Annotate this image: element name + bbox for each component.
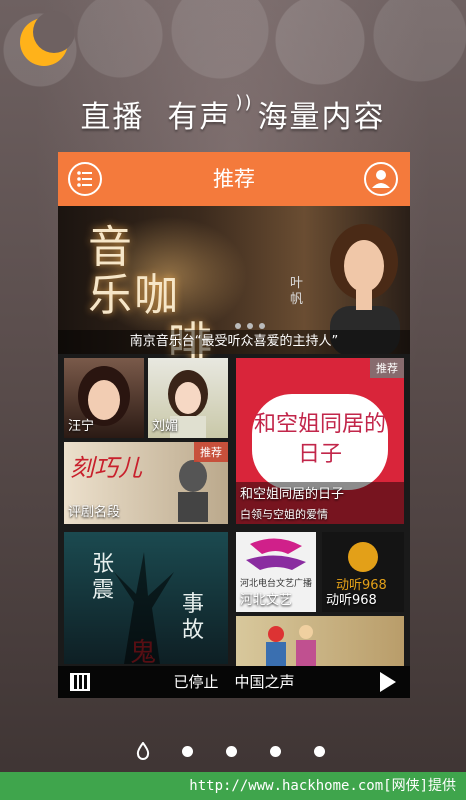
app-title: 推荐 <box>213 167 255 191</box>
tile-label-hebei: 河北文艺 <box>240 593 293 608</box>
signal-wave-icon: )) <box>235 92 254 113</box>
tile-ghost-story[interactable]: 张震 事故 鬼 <box>64 532 228 664</box>
tile-hebei[interactable]: 河北电台文艺广播 河北文艺 <box>236 532 316 612</box>
current-page-drop-icon <box>136 742 150 760</box>
tile-subtitle-kongjie: 白领与空姐的爱情 <box>240 508 328 521</box>
promo-headline: 直播 有声)) 海量内容 <box>0 92 466 136</box>
tile-label-wangning: 汪宁 <box>68 419 95 434</box>
player-text: 已停止 中国之声 <box>58 666 410 698</box>
pager-dot-4[interactable] <box>270 746 281 757</box>
tile-label-liumei: 刘媚 <box>152 419 179 434</box>
menu-list-icon[interactable] <box>68 162 102 196</box>
footer-watermark-bar: http://www.hackhome.com[网侠]提供 <box>0 772 466 800</box>
app-topbar: 推荐 <box>58 152 410 206</box>
tile-title-kongjie: 和空姐同居的日子 <box>240 487 345 502</box>
tile-dongting968[interactable]: 动听968 动听968 <box>322 532 404 612</box>
tile-liumei[interactable]: 刘媚 <box>148 358 228 438</box>
headline-part1: 直播 <box>80 100 145 135</box>
banner-caption: 南京音乐台“最受听众喜爱的主持人” <box>58 330 410 354</box>
dongting-logo-icon <box>348 542 378 572</box>
banner-art-2: 乐咖 <box>88 270 180 321</box>
pager-dot-3[interactable] <box>226 746 237 757</box>
tile-label-pingju: 评剧名段 <box>68 505 121 520</box>
player-status: 已停止 <box>173 673 219 691</box>
user-profile-icon[interactable] <box>364 162 398 196</box>
pager-dot-5[interactable] <box>314 746 325 757</box>
banner-signature: 叶帆 <box>290 276 304 307</box>
recommend-tag-pingju: 推荐 <box>194 442 228 462</box>
tile-pingju[interactable]: 刻巧儿 推荐 评剧名段 <box>64 442 228 524</box>
opera-figures <box>266 625 316 666</box>
player-station: 中国之声 <box>234 673 295 691</box>
player-bar: 已停止 中国之声 <box>58 666 410 698</box>
featured-banner[interactable]: 音 乐咖 啡 叶帆 南京音乐台“最受听众喜爱的主持人” <box>58 206 410 368</box>
app-screen: 推荐 音 乐咖 啡 叶帆 南京音乐台“最受听众喜爱的主持人” 汪宁 刘媚 推荐 … <box>58 152 410 698</box>
tile-label-dongting: 动听968 <box>326 593 377 608</box>
intro-pager <box>130 742 340 762</box>
tile-wangning[interactable]: 汪宁 <box>64 358 144 438</box>
moon-logo-icon <box>20 11 74 66</box>
headline-part2: 有声 <box>167 100 232 135</box>
play-button-icon[interactable] <box>380 672 396 692</box>
pingju-art-text: 刻巧儿 <box>70 454 142 482</box>
recommend-tag: 推荐 <box>370 358 404 378</box>
hebei-small-text: 河北电台文艺广播 <box>240 579 313 589</box>
kongjie-cloud-art: 和空姐同居的日子 <box>252 394 388 490</box>
tile-kongjie[interactable]: 推荐 和空姐同居的日子 和空姐同居的日子 白领与空姐的爱情 <box>236 358 404 524</box>
pingju-portrait <box>178 460 208 522</box>
tile-opera-painting[interactable] <box>236 616 404 666</box>
banner-art-1: 音 <box>88 222 134 273</box>
headline-part3: 海量内容 <box>257 100 386 135</box>
pager-dot-2[interactable] <box>182 746 193 757</box>
tree-silhouette <box>114 552 174 664</box>
footer-watermark-text: http://www.hackhome.com[网侠]提供 <box>189 778 456 794</box>
